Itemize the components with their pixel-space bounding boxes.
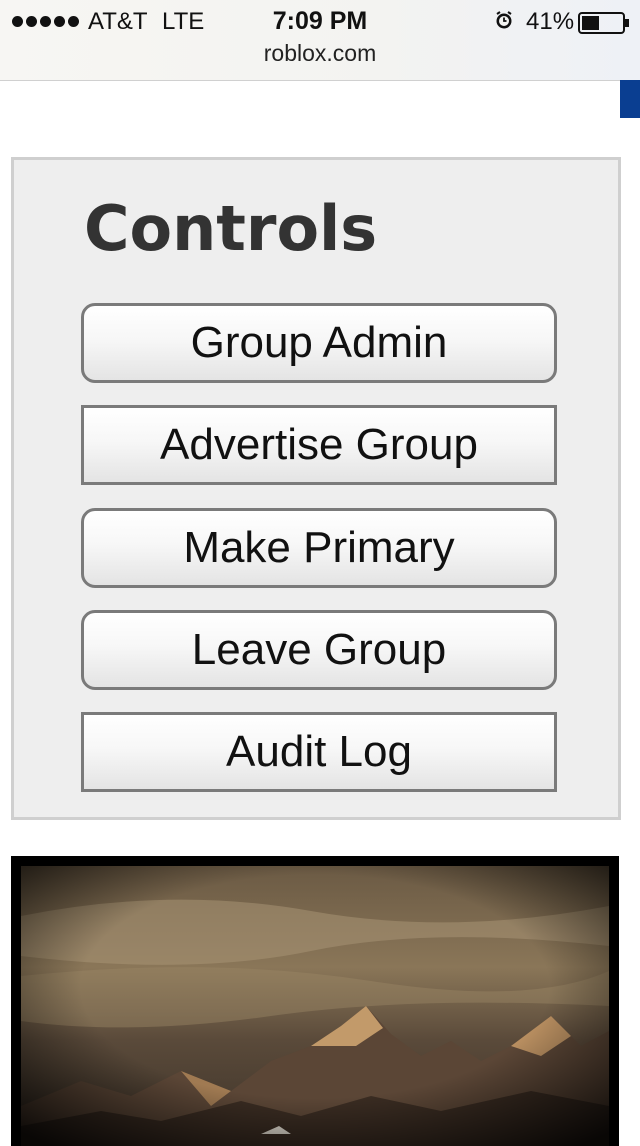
battery-percentage: 41% <box>526 8 575 35</box>
controls-panel: Controls Group Admin Advertise Group Mak… <box>11 157 621 820</box>
group-admin-button[interactable]: Group Admin <box>81 303 557 383</box>
controls-title: Controls <box>84 192 378 265</box>
advertise-group-button[interactable]: Advertise Group <box>81 405 557 485</box>
make-primary-button[interactable]: Make Primary <box>81 508 557 588</box>
nav-menu-tab[interactable] <box>620 80 640 118</box>
audit-log-button[interactable]: Audit Log <box>81 712 557 792</box>
battery-icon <box>578 12 629 34</box>
address-bar-url[interactable]: roblox.com <box>0 40 640 67</box>
leave-group-button[interactable]: Leave Group <box>81 610 557 690</box>
alarm-icon <box>496 11 512 29</box>
status-bar: AT&T LTE 7:09 PM 41% roblox.com <box>0 0 640 81</box>
group-emblem-image <box>11 856 619 1146</box>
